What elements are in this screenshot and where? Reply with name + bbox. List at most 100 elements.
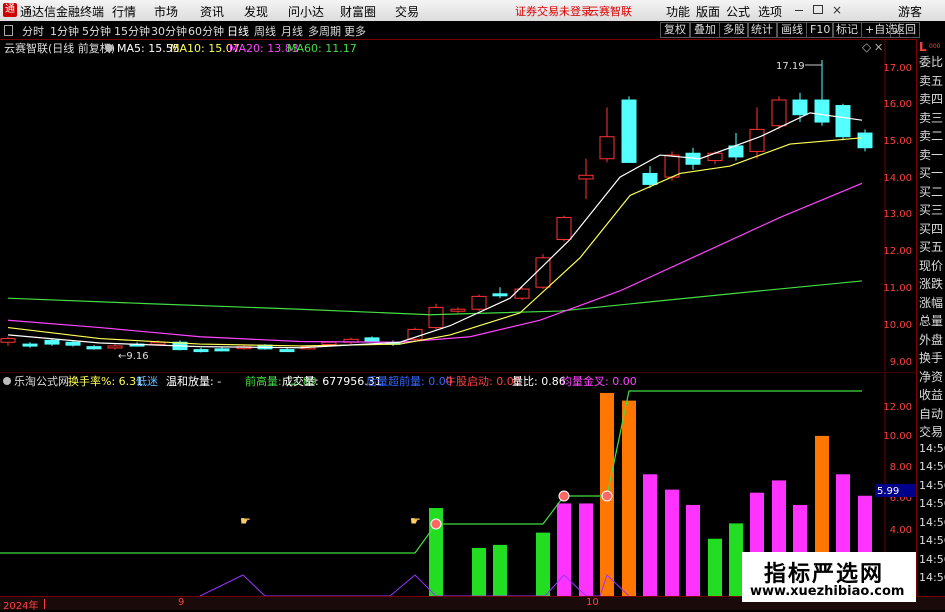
candle-body	[535, 257, 551, 288]
candlestick-series	[0, 60, 873, 353]
panel-toggle-icon[interactable]	[4, 25, 13, 36]
hand-markers: ☛ ☛	[240, 514, 421, 528]
panel-header: L	[919, 40, 927, 54]
tab-period-daily[interactable]: 日线	[227, 23, 249, 39]
volume-bar	[557, 503, 571, 596]
chart-close-icon[interactable]: ✕	[874, 41, 883, 54]
kline-chart[interactable]: 17.00 16.00 15.00 14.00 13.00 12.00 11.0…	[0, 39, 945, 371]
adjust-button[interactable]: 复权	[660, 22, 690, 38]
menu-item-formula[interactable]: 公式	[726, 3, 750, 20]
quote-label: 收益	[919, 388, 944, 402]
quote-label: 买四	[919, 221, 944, 236]
quote-label: 14:56	[919, 478, 945, 492]
f10-button[interactable]: F10	[806, 22, 835, 38]
menu-item-market[interactable]: 行情	[112, 3, 136, 20]
candle-body	[107, 345, 123, 349]
candle-body	[279, 349, 295, 353]
price-tick: 15.00	[883, 136, 912, 147]
quote-label: 外盘	[919, 332, 944, 347]
stats-button[interactable]: 统计	[747, 22, 777, 38]
price-tick: 9.00	[890, 357, 912, 368]
guest-label[interactable]: 游客	[898, 3, 922, 20]
low-annotation: ←9.16	[118, 351, 149, 362]
menu-item-layout[interactable]: 版面	[696, 3, 720, 20]
volume-bar	[708, 538, 722, 596]
quote-label: 自动	[919, 406, 944, 421]
high-price-label: 17.19	[776, 61, 805, 72]
quote-label: 涨跌	[919, 277, 944, 291]
tab-period-5min[interactable]: 5分钟	[82, 23, 111, 39]
minimize-icon[interactable]	[795, 10, 803, 11]
signal-dot	[558, 490, 570, 502]
candle-body	[814, 99, 830, 123]
candle-body	[0, 338, 16, 343]
vol-tick: 10.00	[883, 431, 912, 442]
app-logo-icon: 通	[3, 3, 17, 17]
candle-body	[621, 99, 637, 163]
candle-body	[857, 132, 873, 149]
menu-item-trade[interactable]: 交易	[395, 3, 419, 20]
quote-label: 14:56	[919, 552, 945, 566]
mark-button[interactable]: 标记	[832, 22, 862, 38]
quote-label: 买三	[919, 203, 944, 217]
quote-label: 14:56	[919, 460, 945, 473]
tab-period-intraday[interactable]: 分时	[22, 23, 44, 39]
maximize-icon[interactable]	[812, 5, 823, 14]
menu-item-discover[interactable]: 发现	[244, 3, 268, 20]
overlay-button[interactable]: 叠加	[690, 22, 720, 38]
tab-period-multi[interactable]: 多周期	[308, 23, 341, 39]
volume-bar	[643, 474, 657, 596]
login-notice[interactable]: 证券交易未登录	[515, 3, 592, 19]
price-tick: 17.00	[883, 63, 912, 74]
time-tick	[44, 599, 45, 609]
indicator-settings-icon[interactable]	[3, 377, 11, 385]
candle-body	[514, 288, 530, 299]
quote-label: 14:56	[919, 571, 945, 584]
candle-body	[86, 346, 102, 350]
quote-label: 买二	[919, 184, 944, 199]
multi-stock-button[interactable]: 多股	[719, 22, 749, 38]
site-watermark: 指标严选网 www.xuezhibiao.com	[742, 552, 916, 602]
candle-body	[471, 295, 487, 310]
candle-body	[321, 341, 337, 345]
high-annotation: 17.19	[776, 61, 822, 72]
quote-label: 卖一	[919, 147, 944, 162]
quote-label: 14:56	[919, 534, 945, 547]
price-tick: 12.00	[883, 246, 912, 257]
menu-item-sector[interactable]: 市场	[154, 3, 178, 20]
tab-period-more[interactable]: 更多	[344, 23, 366, 39]
menu-item-news[interactable]: 资讯	[200, 3, 224, 20]
candle-body	[450, 308, 466, 312]
volume-bar	[493, 544, 507, 596]
back-button[interactable]: 返回	[890, 22, 920, 38]
price-tick: 10.00	[883, 320, 912, 331]
tab-period-1min[interactable]: 1分钟	[50, 23, 79, 39]
settings-icon[interactable]	[105, 44, 113, 52]
price-tick: 13.00	[883, 209, 912, 220]
tab-period-monthly[interactable]: 月线	[281, 23, 303, 39]
candle-body	[642, 172, 658, 185]
tab-period-15min[interactable]: 15分钟	[114, 23, 150, 39]
tab-period-weekly[interactable]: 周线	[254, 23, 276, 39]
menu-item-function[interactable]: 功能	[666, 3, 690, 20]
price-tick: 16.00	[883, 99, 912, 110]
volume-bar	[622, 400, 636, 596]
quote-label: 买一	[919, 166, 944, 180]
watermark-url: www.xuezhibiao.com	[750, 584, 905, 599]
current-value-label: 5.99	[877, 486, 899, 497]
candle-body	[707, 152, 723, 162]
volume-bar	[472, 547, 486, 596]
close-icon[interactable]: ×	[832, 3, 842, 17]
month-label: 10	[586, 597, 599, 608]
tab-period-60min[interactable]: 60分钟	[188, 23, 224, 39]
candle-body	[664, 154, 680, 178]
tab-period-30min[interactable]: 30分钟	[151, 23, 187, 39]
golden-cross-label: 均量金叉: 0.00	[561, 374, 637, 388]
menu-item-wealth[interactable]: 财富圈	[340, 3, 376, 20]
draw-button[interactable]: 画线	[777, 22, 807, 38]
chart-settings-icon[interactable]: ◇	[862, 40, 872, 54]
menu-item-options[interactable]: 选项	[758, 3, 782, 20]
menu-item-ask[interactable]: 问小达	[288, 3, 324, 20]
vol-tick: 12.00	[883, 402, 912, 413]
candle-body	[771, 99, 787, 127]
